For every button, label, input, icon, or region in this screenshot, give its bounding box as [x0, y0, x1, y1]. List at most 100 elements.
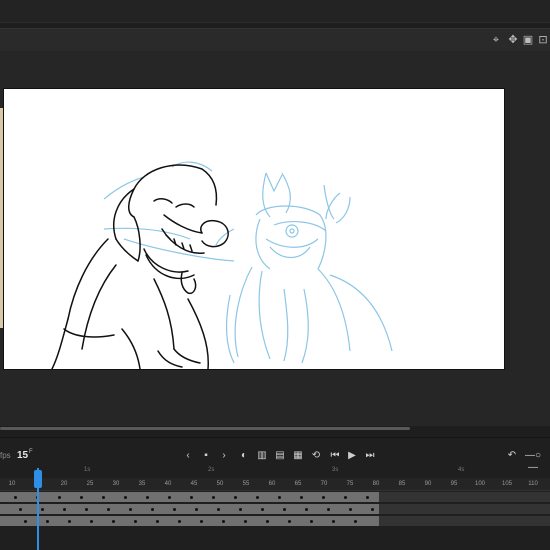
keyframe-dot[interactable] [151, 508, 154, 511]
keyframe-dot[interactable] [234, 496, 237, 499]
stop-icon[interactable]: ▪ [200, 450, 212, 462]
frames-filled [0, 504, 379, 514]
timeline-layer-3[interactable] [0, 516, 550, 526]
undo-icon[interactable]: ↶ [506, 450, 518, 462]
fit-icon[interactable]: ⊡ [537, 34, 549, 46]
keyframe-dot[interactable] [283, 508, 286, 511]
ruler-tick: 85 [398, 481, 406, 487]
keyframe-dot[interactable] [41, 508, 44, 511]
keyframe-dot[interactable] [168, 496, 171, 499]
keyframe-dot[interactable] [156, 520, 159, 523]
ruler-tick: 45 [190, 481, 198, 487]
step-back-icon[interactable]: ⏮ [329, 450, 341, 462]
frames-empty [379, 504, 550, 514]
seconds-row: 1s 2s 3s 4s [0, 467, 550, 477]
keyframe-dot[interactable] [310, 520, 313, 523]
prev-icon[interactable]: ‹ [182, 450, 194, 462]
keyframe-dot[interactable] [217, 508, 220, 511]
keyframe-dot[interactable] [327, 508, 330, 511]
ruler-tick: 20 [60, 481, 68, 487]
play-icon[interactable]: ▶ [346, 450, 358, 462]
second-label: 2s [208, 467, 215, 473]
keyframe-dot[interactable] [266, 520, 269, 523]
keyframe-dot[interactable] [146, 496, 149, 499]
keyframe-dot[interactable] [278, 496, 281, 499]
ruler-tick: 80 [372, 481, 380, 487]
keyframe-dot[interactable] [354, 520, 357, 523]
ruler-tick: 55 [242, 481, 250, 487]
keyframe-dot[interactable] [366, 496, 369, 499]
zoom-slider-icon[interactable]: —○— [522, 450, 544, 473]
keyframe-dot[interactable] [288, 520, 291, 523]
keyframe-dot[interactable] [107, 508, 110, 511]
keyframe-dot[interactable] [63, 508, 66, 511]
stage-canvas[interactable] [4, 89, 504, 369]
keyframe-dot[interactable] [256, 496, 259, 499]
keyframe-dot[interactable] [68, 520, 71, 523]
keyframe-dot[interactable] [85, 508, 88, 511]
keyframe-dot[interactable] [261, 508, 264, 511]
keyframe-dot[interactable] [190, 496, 193, 499]
keyframe-dot[interactable] [305, 508, 308, 511]
keyframe-dot[interactable] [58, 496, 61, 499]
second-label: 1s [84, 467, 91, 473]
ruler-tick: 40 [164, 481, 172, 487]
timeline-layer-2[interactable] [0, 504, 550, 514]
keyframe-dot[interactable] [19, 508, 22, 511]
keyframe-dot[interactable] [332, 520, 335, 523]
keyframe-dot[interactable] [24, 520, 27, 523]
keyframe-dot[interactable] [322, 496, 325, 499]
keyframe-dot[interactable] [222, 520, 225, 523]
loop-icon[interactable]: ⟲ [310, 450, 322, 462]
step-forward-icon[interactable]: ⏭ [364, 450, 376, 462]
keyframe-dot[interactable] [371, 508, 374, 511]
keyframe-dot[interactable] [90, 520, 93, 523]
ruler-tick: 30 [112, 481, 120, 487]
next-icon[interactable]: › [218, 450, 230, 462]
keyframe-dot[interactable] [239, 508, 242, 511]
keyframe-dot[interactable] [14, 496, 17, 499]
keyframe-dot[interactable] [129, 508, 132, 511]
keyframe-dot[interactable] [244, 520, 247, 523]
keyframe-dot[interactable] [102, 496, 105, 499]
ruler-tick: 65 [294, 481, 302, 487]
stage-horizontal-scrollbar[interactable] [0, 427, 410, 430]
frame-unit-label: F [29, 449, 33, 455]
onion-multi-icon[interactable]: ▥ [256, 450, 268, 462]
ruler-tick: 105 [501, 481, 513, 487]
offstage-image [0, 108, 3, 328]
keyframe-dot[interactable] [200, 520, 203, 523]
fps-label: fps [0, 451, 11, 460]
crop-icon[interactable]: ▣ [522, 34, 534, 46]
frame-ruler[interactable]: 10 15 20 25 30 35 40 45 50 55 60 65 70 7… [0, 478, 550, 491]
frame-options-icon[interactable]: ▦ [292, 450, 304, 462]
frames-empty [379, 516, 550, 526]
keyframe-dot[interactable] [195, 508, 198, 511]
keyframe-dot[interactable] [134, 520, 137, 523]
keyframe-dot[interactable] [80, 496, 83, 499]
keyframe-dot[interactable] [46, 520, 49, 523]
keyframe-dot[interactable] [344, 496, 347, 499]
frames-filled [0, 516, 379, 526]
keyframe-dot[interactable] [178, 520, 181, 523]
playhead-handle[interactable] [34, 470, 42, 488]
keyframe-dot[interactable] [300, 496, 303, 499]
keyframe-dot[interactable] [212, 496, 215, 499]
onion-icon[interactable]: ◐ [238, 450, 250, 462]
ruler-tick: 75 [346, 481, 354, 487]
ruler-tick: 100 [474, 481, 486, 487]
second-label: 3s [332, 467, 339, 473]
center-stage-icon[interactable]: ⌖ [490, 34, 502, 46]
clip-icon[interactable]: ✥ [507, 34, 519, 46]
edit-multi-icon[interactable]: ▤ [274, 450, 286, 462]
keyframe-dot[interactable] [124, 496, 127, 499]
current-frame-number[interactable]: 15 [17, 450, 28, 461]
keyframe-dot[interactable] [349, 508, 352, 511]
ruler-tick: 70 [320, 481, 328, 487]
keyframe-dot[interactable] [112, 520, 115, 523]
keyframe-dot[interactable] [173, 508, 176, 511]
stage-toolbar: ⌖ ✥ ▣ ⊡ [0, 28, 550, 52]
ink-layer [51, 164, 229, 369]
frames-empty [379, 492, 550, 502]
drawing [51, 161, 393, 369]
